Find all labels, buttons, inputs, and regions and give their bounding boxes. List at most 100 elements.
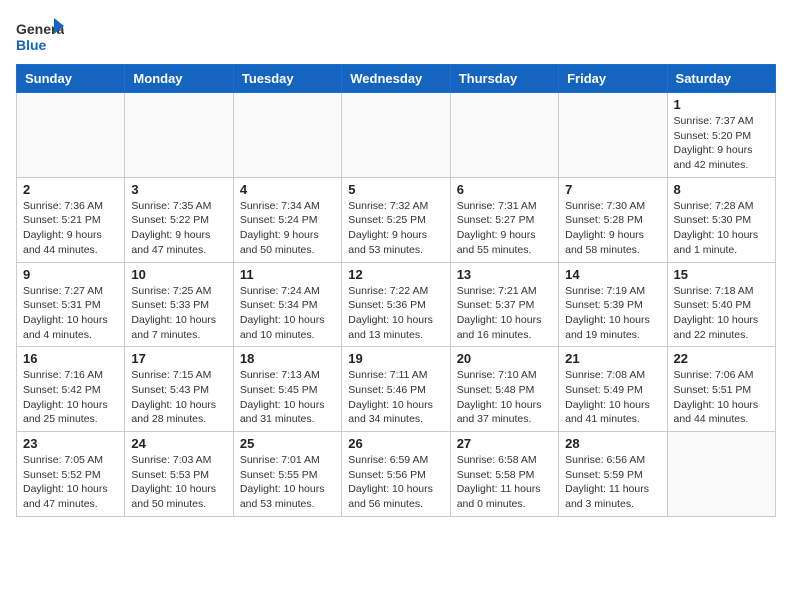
calendar-day-cell: 20 Sunrise: 7:10 AMSunset: 5:48 PMDayligh… <box>450 347 558 432</box>
calendar-day-cell: 22 Sunrise: 7:06 AMSunset: 5:51 PMDayligh… <box>667 347 775 432</box>
calendar-day-cell: 21Sunrise: 7:08 AMSunset: 5:49 PMDayligh… <box>559 347 667 432</box>
day-info: Sunrise: 7:19 AMSunset: 5:39 PMDaylight:… <box>565 284 660 343</box>
calendar-day-cell <box>233 93 341 178</box>
day-info: Sunrise: 7:28 AMSunset: 5:30 PMDaylight:… <box>674 199 769 258</box>
calendar-week-row: 16 Sunrise: 7:16 AMSunset: 5:42 PMDayligh… <box>17 347 776 432</box>
day-number: 6 <box>457 182 552 197</box>
calendar-day-cell: 17 Sunrise: 7:15 AMSunset: 5:43 PMDayligh… <box>125 347 233 432</box>
day-info: Sunrise: 7:18 AMSunset: 5:40 PMDaylight:… <box>674 284 769 343</box>
day-number: 8 <box>674 182 769 197</box>
day-number: 26 <box>348 436 443 451</box>
calendar-day-cell <box>125 93 233 178</box>
day-info: Sunrise: 7:27 AMSunset: 5:31 PMDaylight:… <box>23 284 118 343</box>
calendar-day-cell: 23 Sunrise: 7:05 AMSunset: 5:52 PMDayligh… <box>17 432 125 517</box>
day-info: Sunrise: 7:36 AMSunset: 5:21 PMDaylight:… <box>23 199 118 258</box>
weekday-header: Tuesday <box>233 65 341 93</box>
day-info: Sunrise: 7:32 AMSunset: 5:25 PMDaylight:… <box>348 199 443 258</box>
calendar-day-cell: 7 Sunrise: 7:30 AMSunset: 5:28 PMDaylight… <box>559 177 667 262</box>
calendar-day-cell: 24Sunrise: 7:03 AMSunset: 5:53 PMDayligh… <box>125 432 233 517</box>
day-info: Sunrise: 7:10 AMSunset: 5:48 PMDaylight:… <box>457 368 552 427</box>
logo: General Blue <box>16 16 68 56</box>
calendar-day-cell: 19 Sunrise: 7:11 AMSunset: 5:46 PMDayligh… <box>342 347 450 432</box>
day-number: 27 <box>457 436 552 451</box>
calendar-week-row: 23 Sunrise: 7:05 AMSunset: 5:52 PMDayligh… <box>17 432 776 517</box>
day-number: 1 <box>674 97 769 112</box>
day-number: 22 <box>674 351 769 366</box>
day-info: Sunrise: 7:16 AMSunset: 5:42 PMDaylight:… <box>23 368 118 427</box>
calendar-day-cell <box>667 432 775 517</box>
day-number: 25 <box>240 436 335 451</box>
day-number: 15 <box>674 267 769 282</box>
day-number: 18 <box>240 351 335 366</box>
day-number: 12 <box>348 267 443 282</box>
weekday-header: Sunday <box>17 65 125 93</box>
calendar-week-row: 2 Sunrise: 7:36 AMSunset: 5:21 PMDaylight… <box>17 177 776 262</box>
day-info: Sunrise: 7:25 AMSunset: 5:33 PMDaylight:… <box>131 284 226 343</box>
weekday-header: Monday <box>125 65 233 93</box>
weekday-header: Saturday <box>667 65 775 93</box>
calendar-day-cell: 27 Sunrise: 6:58 AMSunset: 5:58 PMDayligh… <box>450 432 558 517</box>
day-info: Sunrise: 7:37 AMSunset: 5:20 PMDaylight:… <box>674 114 769 173</box>
day-info: Sunrise: 7:05 AMSunset: 5:52 PMDaylight:… <box>23 453 118 512</box>
day-number: 17 <box>131 351 226 366</box>
day-number: 28 <box>565 436 660 451</box>
day-info: Sunrise: 7:34 AMSunset: 5:24 PMDaylight:… <box>240 199 335 258</box>
day-info: Sunrise: 7:03 AMSunset: 5:53 PMDaylight:… <box>131 453 226 512</box>
calendar-day-cell: 15 Sunrise: 7:18 AMSunset: 5:40 PMDayligh… <box>667 262 775 347</box>
calendar-day-cell: 2 Sunrise: 7:36 AMSunset: 5:21 PMDaylight… <box>17 177 125 262</box>
calendar-day-cell: 26 Sunrise: 6:59 AMSunset: 5:56 PMDayligh… <box>342 432 450 517</box>
day-number: 16 <box>23 351 118 366</box>
day-number: 21 <box>565 351 660 366</box>
calendar-day-cell: 3Sunrise: 7:35 AMSunset: 5:22 PMDaylight… <box>125 177 233 262</box>
day-info: Sunrise: 7:15 AMSunset: 5:43 PMDaylight:… <box>131 368 226 427</box>
calendar-day-cell: 10 Sunrise: 7:25 AMSunset: 5:33 PMDayligh… <box>125 262 233 347</box>
weekday-header: Thursday <box>450 65 558 93</box>
day-number: 9 <box>23 267 118 282</box>
calendar-day-cell: 13Sunrise: 7:21 AMSunset: 5:37 PMDayligh… <box>450 262 558 347</box>
calendar-header-row: SundayMondayTuesdayWednesdayThursdayFrid… <box>17 65 776 93</box>
day-info: Sunrise: 7:24 AMSunset: 5:34 PMDaylight:… <box>240 284 335 343</box>
day-number: 2 <box>23 182 118 197</box>
calendar-day-cell: 12 Sunrise: 7:22 AMSunset: 5:36 PMDayligh… <box>342 262 450 347</box>
day-info: Sunrise: 7:11 AMSunset: 5:46 PMDaylight:… <box>348 368 443 427</box>
calendar-week-row: 1 Sunrise: 7:37 AMSunset: 5:20 PMDaylight… <box>17 93 776 178</box>
day-info: Sunrise: 7:01 AMSunset: 5:55 PMDaylight:… <box>240 453 335 512</box>
calendar-table: SundayMondayTuesdayWednesdayThursdayFrid… <box>16 64 776 517</box>
calendar-day-cell: 9 Sunrise: 7:27 AMSunset: 5:31 PMDaylight… <box>17 262 125 347</box>
day-info: Sunrise: 6:56 AMSunset: 5:59 PMDaylight:… <box>565 453 660 512</box>
calendar-day-cell <box>450 93 558 178</box>
day-number: 7 <box>565 182 660 197</box>
logo-icon: General Blue <box>16 16 64 56</box>
calendar-day-cell: 4Sunrise: 7:34 AMSunset: 5:24 PMDaylight… <box>233 177 341 262</box>
day-number: 11 <box>240 267 335 282</box>
day-info: Sunrise: 7:31 AMSunset: 5:27 PMDaylight:… <box>457 199 552 258</box>
calendar-day-cell <box>17 93 125 178</box>
day-number: 10 <box>131 267 226 282</box>
day-info: Sunrise: 6:59 AMSunset: 5:56 PMDaylight:… <box>348 453 443 512</box>
calendar-day-cell <box>559 93 667 178</box>
day-number: 13 <box>457 267 552 282</box>
weekday-header: Friday <box>559 65 667 93</box>
day-number: 23 <box>23 436 118 451</box>
calendar-day-cell: 1 Sunrise: 7:37 AMSunset: 5:20 PMDaylight… <box>667 93 775 178</box>
calendar-day-cell: 11 Sunrise: 7:24 AMSunset: 5:34 PMDayligh… <box>233 262 341 347</box>
calendar-day-cell: 28 Sunrise: 6:56 AMSunset: 5:59 PMDayligh… <box>559 432 667 517</box>
day-number: 14 <box>565 267 660 282</box>
page-header: General Blue <box>16 16 776 56</box>
calendar-day-cell: 18 Sunrise: 7:13 AMSunset: 5:45 PMDayligh… <box>233 347 341 432</box>
day-info: Sunrise: 7:13 AMSunset: 5:45 PMDaylight:… <box>240 368 335 427</box>
day-info: Sunrise: 7:22 AMSunset: 5:36 PMDaylight:… <box>348 284 443 343</box>
day-number: 5 <box>348 182 443 197</box>
day-number: 20 <box>457 351 552 366</box>
day-info: Sunrise: 7:30 AMSunset: 5:28 PMDaylight:… <box>565 199 660 258</box>
day-info: Sunrise: 7:06 AMSunset: 5:51 PMDaylight:… <box>674 368 769 427</box>
day-number: 19 <box>348 351 443 366</box>
calendar-day-cell <box>342 93 450 178</box>
calendar-day-cell: 6 Sunrise: 7:31 AMSunset: 5:27 PMDaylight… <box>450 177 558 262</box>
svg-text:Blue: Blue <box>16 37 47 53</box>
weekday-header: Wednesday <box>342 65 450 93</box>
day-info: Sunrise: 6:58 AMSunset: 5:58 PMDaylight:… <box>457 453 552 512</box>
day-number: 3 <box>131 182 226 197</box>
calendar-day-cell: 14 Sunrise: 7:19 AMSunset: 5:39 PMDayligh… <box>559 262 667 347</box>
calendar-day-cell: 16 Sunrise: 7:16 AMSunset: 5:42 PMDayligh… <box>17 347 125 432</box>
